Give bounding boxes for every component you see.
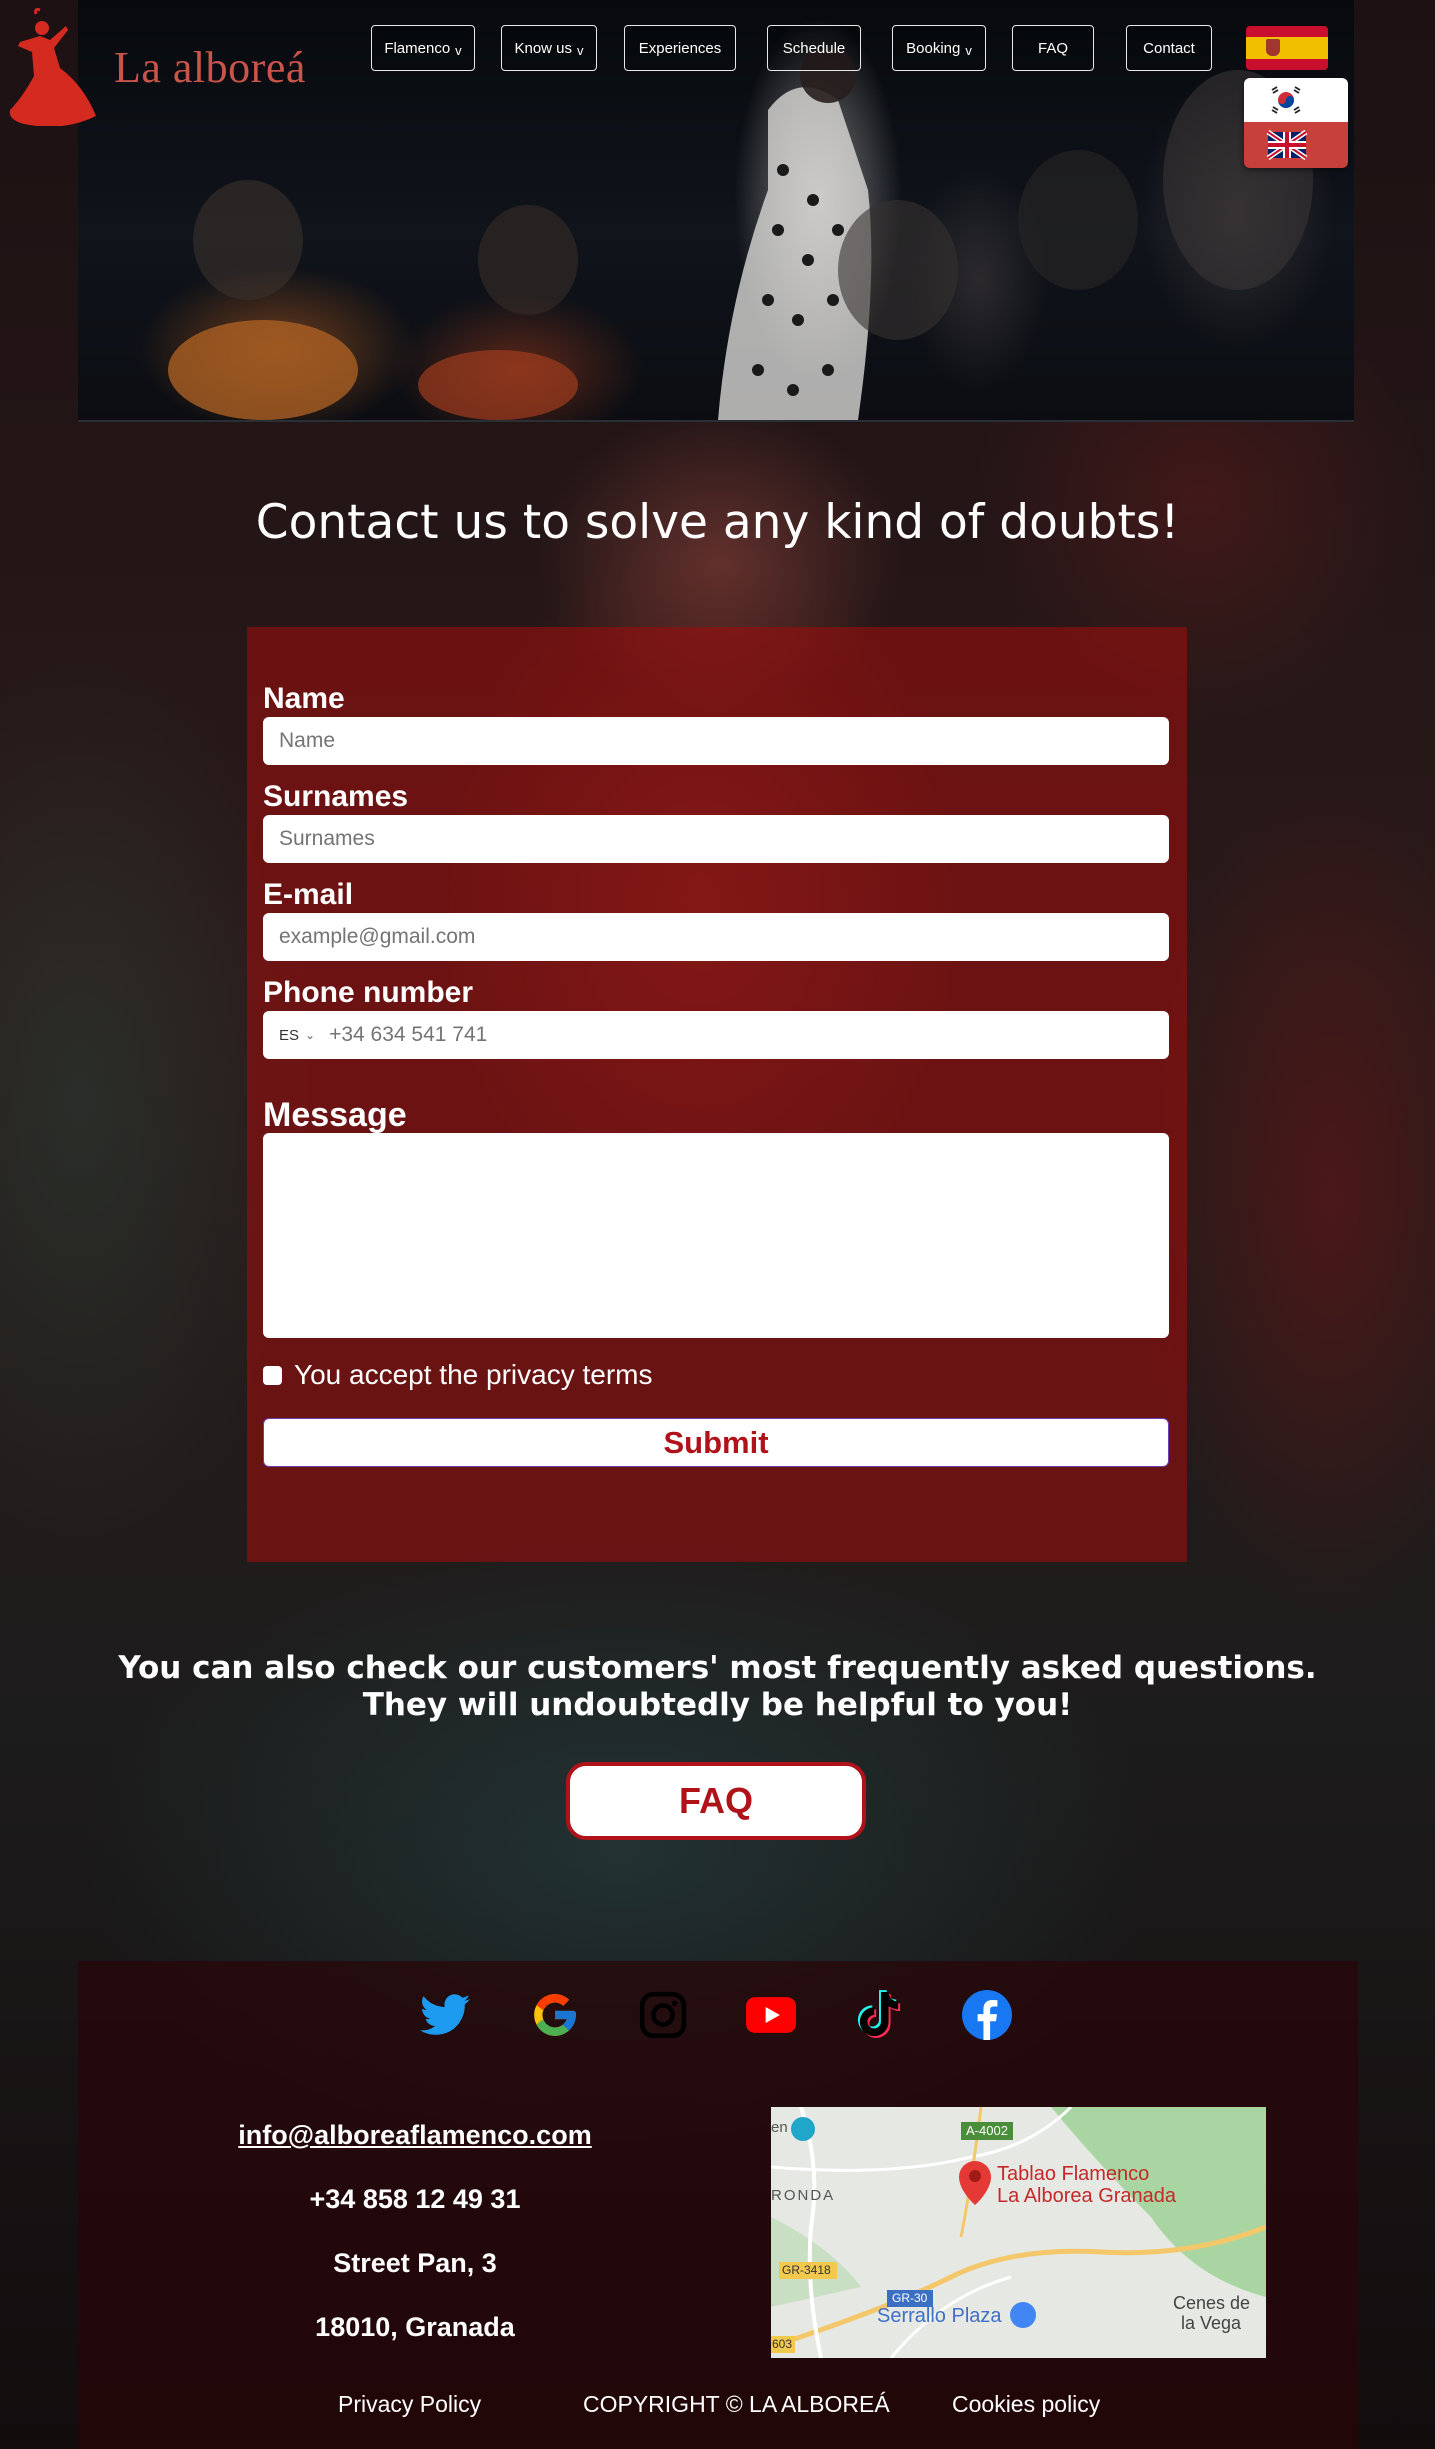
email-label: E-mail	[263, 878, 354, 911]
map-label: la Vega	[1181, 2313, 1242, 2333]
south-korea-flag-icon[interactable]	[1244, 78, 1348, 122]
hero-divider	[78, 420, 1354, 422]
nav-label: FAQ	[1037, 39, 1068, 57]
copyright-text: COPYRIGHT © LA ALBOREÁ	[583, 2391, 890, 2417]
nav-label: Booking	[906, 39, 961, 57]
twitter-icon[interactable]	[418, 1988, 472, 2042]
map-label: RONDA	[771, 2187, 836, 2204]
faq-button[interactable]: FAQ	[566, 1762, 866, 1840]
map-place-name: Tablao Flamenco	[997, 2163, 1150, 2185]
nav-faq[interactable]: FAQ	[1012, 25, 1094, 71]
chevron-down-icon: ⌄	[305, 1028, 316, 1042]
chevron-down-icon: v	[455, 42, 462, 58]
map-label: en	[771, 2119, 788, 2136]
tiktok-icon[interactable]	[852, 1988, 906, 2042]
map-place-name: La Alborea Granada	[997, 2185, 1177, 2207]
nav-label: Flamenco	[384, 39, 451, 57]
footer-email-link[interactable]: info@alboreaflamenco.com	[216, 2120, 614, 2151]
privacy-checkbox[interactable]	[263, 1365, 282, 1385]
privacy-policy-link[interactable]: Privacy Policy	[338, 2391, 481, 2418]
map-label: Cenes de	[1173, 2293, 1251, 2313]
map-label: A-4002	[966, 2123, 1008, 2138]
site-header: La alboreá Flamenco v Know us v Experien…	[0, 0, 1435, 422]
faq-promo-line1: You can also check our customers' most f…	[118, 1650, 1317, 1686]
email-placeholder: example@gmail.com	[279, 925, 476, 948]
facebook-icon[interactable]	[960, 1988, 1014, 2042]
nav-know-us[interactable]: Know us v	[501, 25, 597, 71]
location-map[interactable]: A-4002 RONDA GR-3418 GR-30 Serrallo Plaz…	[771, 2107, 1266, 2358]
nav-booking[interactable]: Booking v	[892, 25, 986, 71]
privacy-consent: You accept the privacy terms	[263, 1358, 652, 1392]
nav-contact[interactable]: Contact	[1126, 25, 1212, 71]
flag-crest	[1266, 39, 1280, 56]
flamenco-dancer-logo-icon	[9, 8, 96, 126]
map-label: Serrallo Plaza	[877, 2305, 1002, 2327]
language-dropdown	[1244, 78, 1348, 168]
chevron-down-icon: v	[577, 42, 584, 58]
surnames-input[interactable]: Surnames	[263, 815, 1169, 863]
name-label: Name	[263, 682, 345, 715]
youtube-icon[interactable]	[744, 1988, 798, 2042]
map-label: 603	[772, 2337, 793, 2351]
nav-label: Experiences	[638, 39, 722, 57]
privacy-text: You accept the privacy terms	[294, 1359, 653, 1390]
nav-schedule[interactable]: Schedule	[767, 25, 861, 71]
footer-street: Street Pan, 3	[333, 2248, 497, 2278]
brand-name: La alboreá	[114, 43, 306, 92]
chevron-down-icon: v	[965, 42, 972, 58]
map-label: GR-30	[892, 2291, 928, 2305]
uk-flag-icon[interactable]	[1244, 122, 1348, 168]
surnames-placeholder: Surnames	[279, 827, 375, 850]
cookies-policy-link[interactable]: Cookies policy	[952, 2391, 1100, 2418]
nav-experiences[interactable]: Experiences	[624, 25, 736, 71]
nav-flamenco[interactable]: Flamenco v	[371, 25, 475, 71]
faq-promo-text: You can also check our customers' most f…	[0, 1650, 1435, 1724]
google-icon[interactable]	[528, 1988, 582, 2042]
faq-promo-line2: They will undoubtedly be helpful to you!	[362, 1687, 1073, 1723]
phone-placeholder: +34 634 541 741	[329, 1023, 488, 1046]
map-label: GR-3418	[782, 2263, 831, 2277]
name-placeholder: Name	[279, 729, 336, 752]
country-code: ES	[279, 1026, 300, 1044]
instagram-icon[interactable]	[636, 1988, 690, 2042]
country-code-select[interactable]: ES ⌄	[279, 1027, 315, 1044]
message-textarea[interactable]	[263, 1133, 1169, 1338]
page-title: Contact us to solve any kind of doubts!	[255, 495, 1180, 550]
surnames-label: Surnames	[263, 780, 409, 813]
footer-city: 18010, Granada	[315, 2312, 515, 2342]
footer-phone: +34 858 12 49 31	[309, 2184, 521, 2214]
nav-label: Know us	[514, 39, 573, 57]
nav-label: Contact	[1143, 39, 1195, 57]
message-label: Message	[263, 1096, 407, 1134]
submit-button[interactable]: Submit	[263, 1418, 1169, 1467]
site-logo[interactable]: La alboreá	[4, 6, 324, 126]
spain-flag-icon[interactable]	[1246, 26, 1328, 70]
nav-label: Schedule	[782, 39, 846, 57]
email-field[interactable]: example@gmail.com	[263, 913, 1169, 961]
phone-field[interactable]: ES ⌄ +34 634 541 741	[263, 1011, 1169, 1059]
phone-label: Phone number	[263, 976, 474, 1009]
name-input[interactable]: Name	[263, 717, 1169, 765]
